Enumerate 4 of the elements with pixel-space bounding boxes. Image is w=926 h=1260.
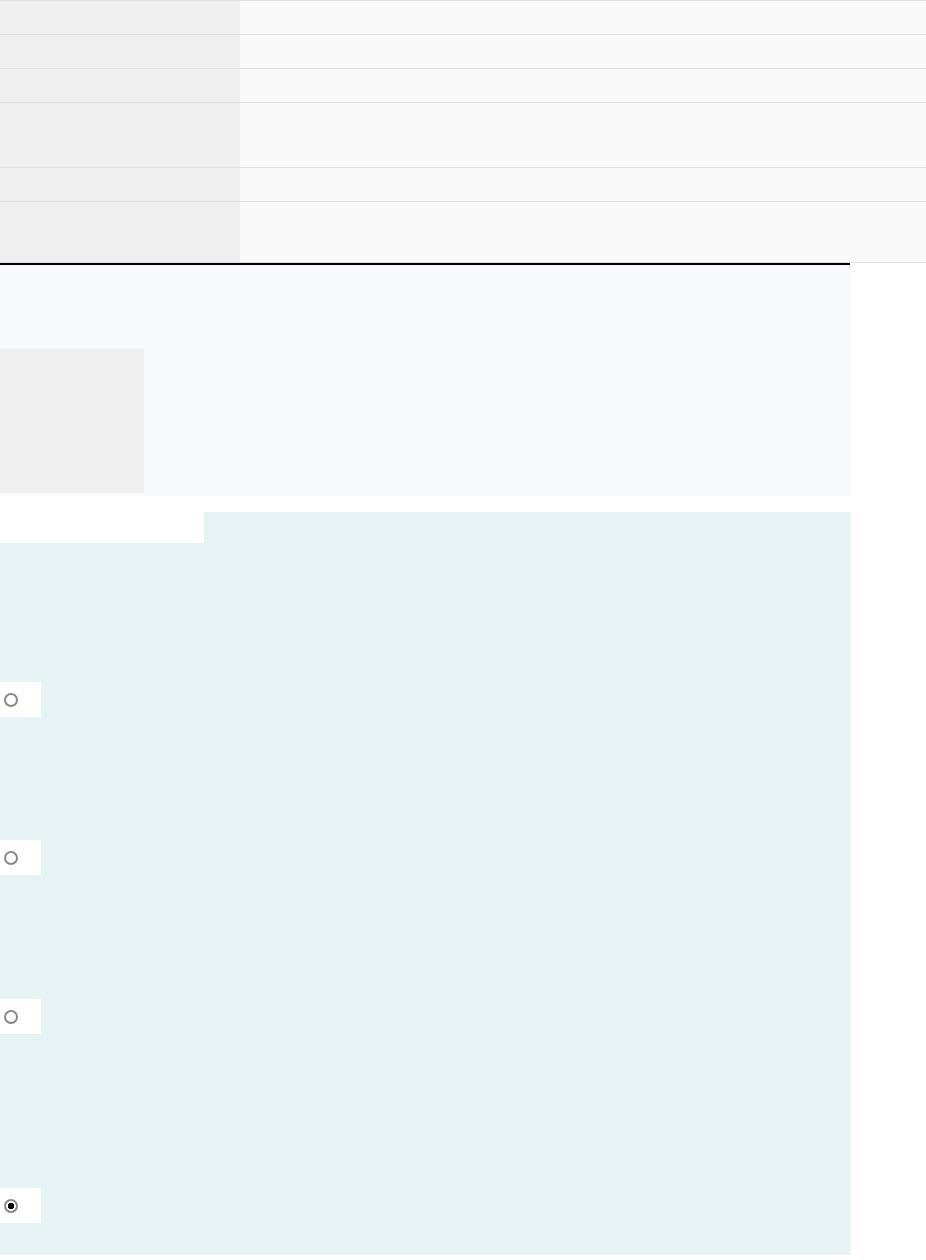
radio-button[interactable] <box>4 692 18 707</box>
radio-button[interactable] <box>4 1198 18 1213</box>
radio-button[interactable] <box>4 1009 18 1024</box>
radio-button[interactable] <box>4 850 18 865</box>
